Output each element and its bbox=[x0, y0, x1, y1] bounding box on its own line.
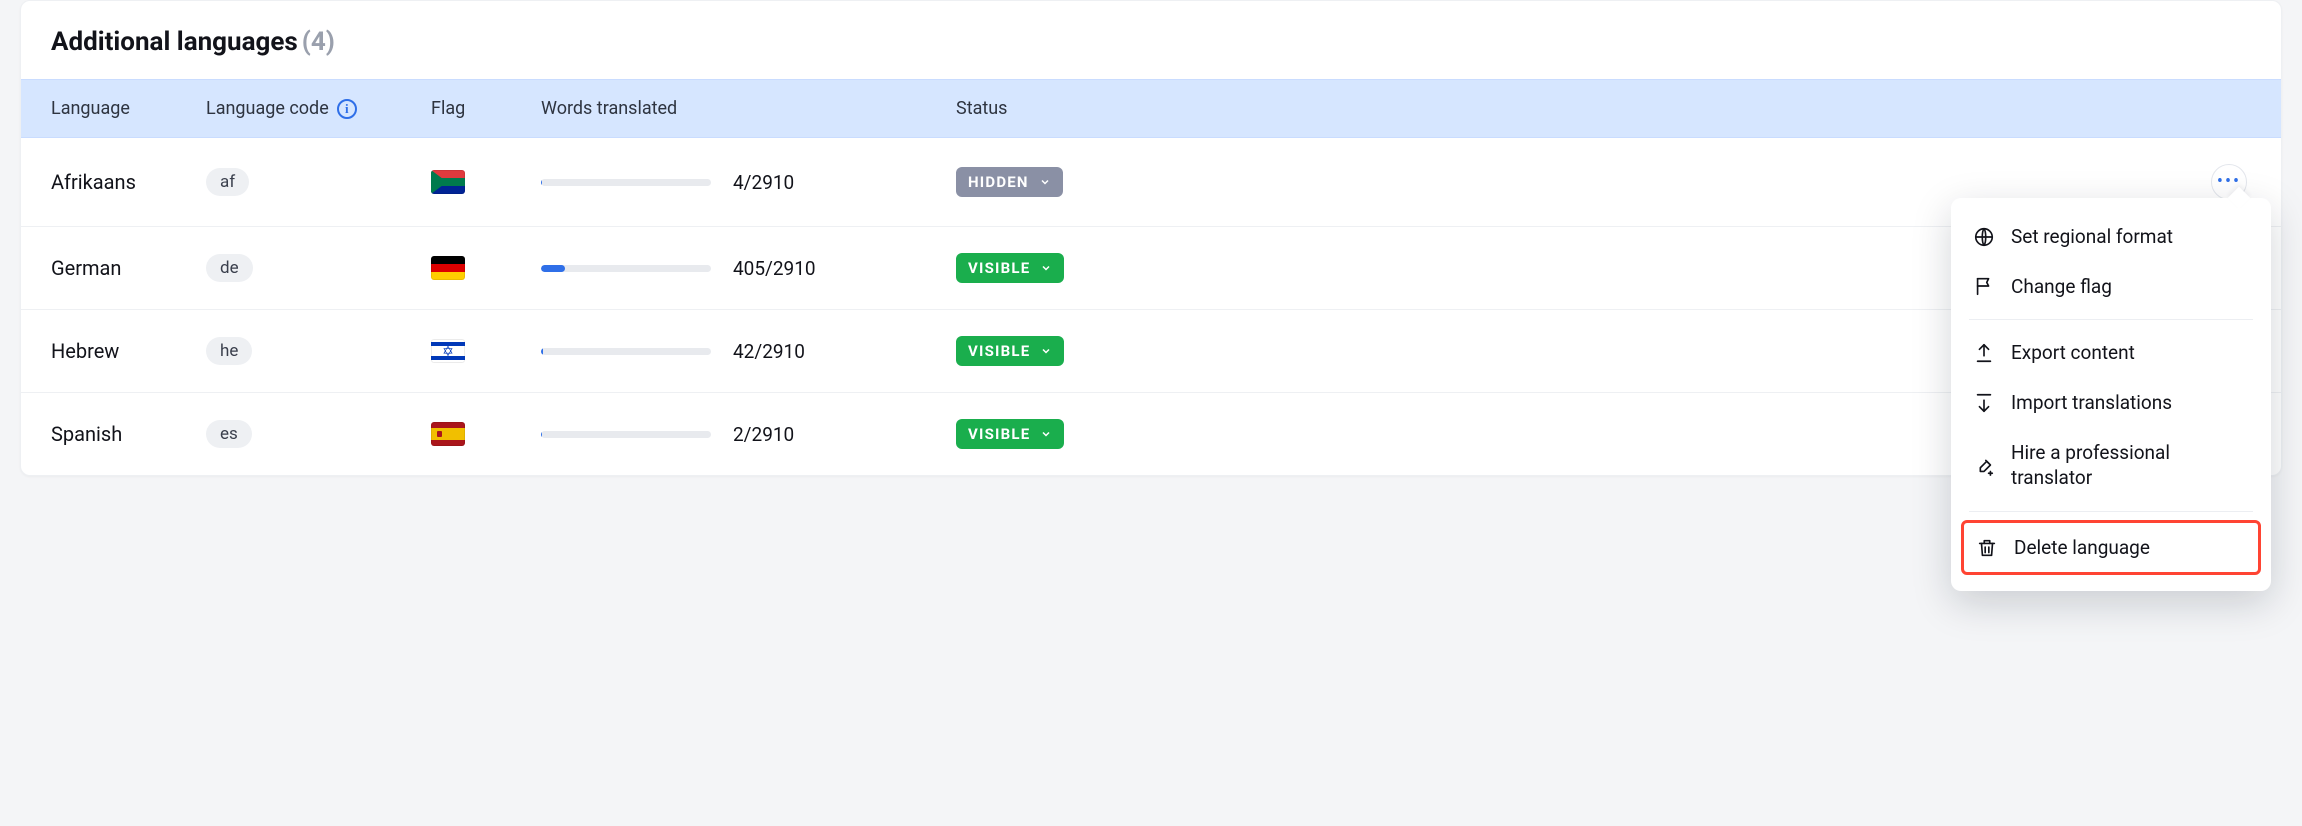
pen-plus-icon bbox=[1973, 454, 1995, 476]
flag-cell bbox=[431, 256, 541, 280]
words-count: 405/2910 bbox=[733, 257, 816, 280]
import-icon bbox=[1973, 392, 1995, 414]
flag-icon bbox=[431, 339, 465, 363]
export-icon bbox=[1973, 342, 1995, 364]
info-icon[interactable]: i bbox=[337, 99, 357, 119]
col-header-code: Language code i bbox=[206, 98, 431, 119]
language-code-cell: es bbox=[206, 420, 431, 448]
status-cell: VISIBLE bbox=[956, 419, 1306, 449]
status-cell: VISIBLE bbox=[956, 336, 1306, 366]
actions-cell: ••• bbox=[1306, 164, 2251, 200]
card-header: Additional languages (4) bbox=[21, 1, 2281, 79]
card-count: (4) bbox=[302, 27, 335, 57]
language-name: Afrikaans bbox=[51, 170, 206, 194]
status-cell: HIDDEN bbox=[956, 167, 1306, 197]
table-row: Germande 405/2910 VISIBLE bbox=[21, 227, 2281, 310]
chevron-down-icon bbox=[1040, 262, 1052, 274]
flag-outline-icon bbox=[1973, 275, 1995, 297]
col-header-flag: Flag bbox=[431, 98, 541, 119]
status-label: HIDDEN bbox=[968, 173, 1029, 191]
progress-fill bbox=[541, 265, 565, 272]
status-label: VISIBLE bbox=[968, 425, 1030, 443]
words-cell: 4/2910 bbox=[541, 171, 956, 194]
words-count: 42/2910 bbox=[733, 340, 805, 363]
menu-separator bbox=[1969, 511, 2253, 512]
language-code-pill: he bbox=[206, 337, 252, 365]
words-cell: 405/2910 bbox=[541, 257, 956, 280]
language-name: Hebrew bbox=[51, 339, 206, 363]
status-dropdown[interactable]: VISIBLE bbox=[956, 419, 1064, 449]
progress-bar bbox=[541, 348, 711, 355]
status-label: VISIBLE bbox=[968, 259, 1030, 277]
progress-bar bbox=[541, 179, 711, 186]
menu-delete-language[interactable]: Delete language bbox=[1964, 525, 2258, 571]
chevron-down-icon bbox=[1040, 345, 1052, 357]
language-code-pill: de bbox=[206, 254, 253, 282]
words-cell: 42/2910 bbox=[541, 340, 956, 363]
menu-import-translations[interactable]: Import translations bbox=[1951, 378, 2271, 428]
language-name: Spanish bbox=[51, 422, 206, 446]
words-cell: 2/2910 bbox=[541, 423, 956, 446]
flag-cell bbox=[431, 170, 541, 194]
chevron-down-icon bbox=[1039, 176, 1051, 188]
table-body: Afrikaansaf 4/2910 HIDDEN ••• Set regional f… bbox=[21, 138, 2281, 475]
flag-icon bbox=[431, 170, 465, 194]
col-header-language: Language bbox=[51, 98, 206, 119]
col-header-status: Status bbox=[956, 98, 1306, 119]
menu-separator bbox=[1969, 319, 2253, 320]
status-dropdown[interactable]: HIDDEN bbox=[956, 167, 1063, 197]
status-label: VISIBLE bbox=[968, 342, 1030, 360]
row-actions-menu: Set regional formatChange flag Export con… bbox=[1951, 198, 2271, 591]
trash-icon bbox=[1976, 537, 1998, 559]
table-header: Language Language code i Flag Words tran… bbox=[21, 79, 2281, 138]
language-code-pill: es bbox=[206, 420, 252, 448]
language-name: German bbox=[51, 256, 206, 280]
language-code-pill: af bbox=[206, 168, 249, 196]
language-code-cell: de bbox=[206, 254, 431, 282]
menu-delete-highlight: Delete language bbox=[1961, 520, 2261, 576]
words-count: 2/2910 bbox=[733, 423, 794, 446]
table-row: Spanishes 2/2910 VISIBLE bbox=[21, 393, 2281, 475]
flag-icon bbox=[431, 256, 465, 280]
table-row: Afrikaansaf4/2910HIDDEN•••Set regional f… bbox=[21, 138, 2281, 227]
menu-change-flag[interactable]: Change flag bbox=[1951, 262, 2271, 312]
flag-cell bbox=[431, 339, 541, 363]
card-title: Additional languages bbox=[51, 27, 298, 57]
flag-icon bbox=[431, 422, 465, 446]
status-dropdown[interactable]: VISIBLE bbox=[956, 253, 1064, 283]
status-dropdown[interactable]: VISIBLE bbox=[956, 336, 1064, 366]
language-code-cell: af bbox=[206, 168, 431, 196]
progress-fill bbox=[541, 348, 543, 355]
progress-bar bbox=[541, 431, 711, 438]
language-code-cell: he bbox=[206, 337, 431, 365]
chevron-down-icon bbox=[1040, 428, 1052, 440]
progress-bar bbox=[541, 265, 711, 272]
menu-hire-translator[interactable]: Hire a professional translator bbox=[1951, 428, 2271, 503]
menu-export-content[interactable]: Export content bbox=[1951, 328, 2271, 378]
table-row: Hebrewhe 42/2910 VISIBLE bbox=[21, 310, 2281, 393]
flag-cell bbox=[431, 422, 541, 446]
words-count: 4/2910 bbox=[733, 171, 794, 194]
col-header-code-label: Language code bbox=[206, 98, 329, 119]
globe-icon bbox=[1973, 226, 1995, 248]
languages-card: Additional languages (4) Language Langua… bbox=[20, 0, 2282, 476]
status-cell: VISIBLE bbox=[956, 253, 1306, 283]
menu-set-regional-format[interactable]: Set regional format bbox=[1951, 212, 2271, 262]
col-header-words: Words translated bbox=[541, 98, 956, 119]
